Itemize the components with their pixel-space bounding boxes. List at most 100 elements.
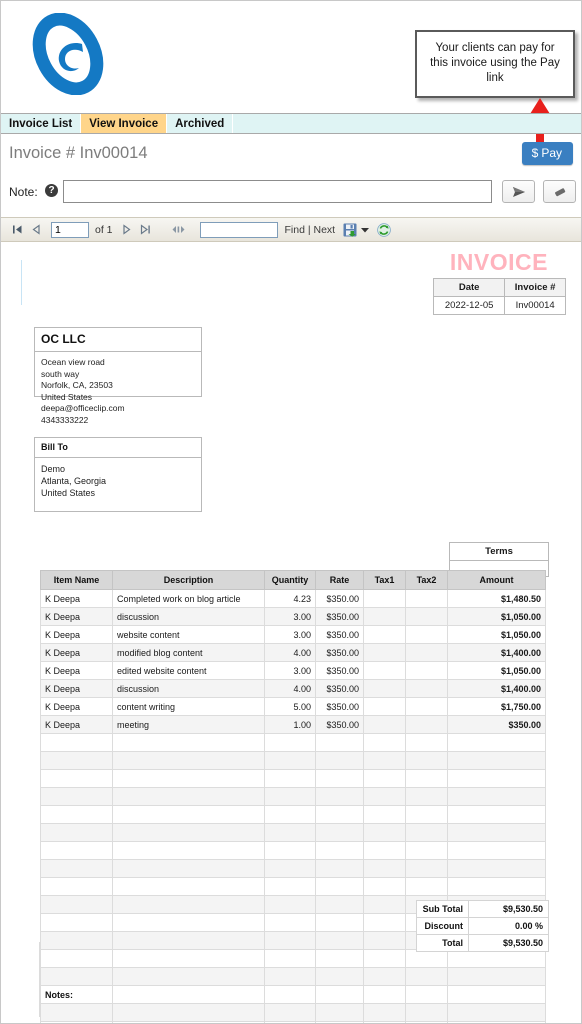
previous-page-icon[interactable] [28,222,44,238]
table-row: K Deepa modified blog content 4.00 $350.00 $… [40,643,546,662]
cell-description: content writing [112,697,265,716]
pay-button[interactable]: $ Pay [521,142,573,165]
cell-rate [315,733,364,752]
subtotal-label: Sub Total [416,900,469,918]
list-item: south way [41,368,80,379]
cell-amount [447,1003,546,1022]
cell-tax1 [363,877,406,896]
company-address-lines: Ocean view road south way Norfolk, CA, 2… [35,352,201,434]
cell-item-name: K Deepa [40,697,113,716]
meta-value-date: 2022-12-05 [432,296,506,315]
cell-tax2 [405,1003,448,1022]
tab-archived[interactable]: Archived [167,114,234,133]
table-header-row: Item Name Description Quantity Rate Tax1… [40,570,546,590]
cell-amount: $1,400.00 [447,643,546,662]
cell-tax2 [405,625,448,644]
cell-tax1 [363,841,406,860]
table-row: K Deepa content writing 5.00 $350.00 $1,750.… [40,697,546,716]
table-row: 2022-12-05 Inv00014 [432,296,566,315]
cell-tax2 [405,805,448,824]
cell-description [112,913,265,932]
next-page-icon[interactable] [119,222,135,238]
cell-description [112,949,265,968]
cell-rate: $350.00 [315,625,364,644]
cell-tax2 [405,733,448,752]
cell-amount [447,859,546,878]
list-item: Norfolk, CA, 23503 [41,380,113,390]
first-page-icon[interactable] [9,222,25,238]
cell-description: discussion [112,607,265,626]
cell-tax2 [405,589,448,608]
chevron-down-icon[interactable] [361,227,370,233]
table-row: Sub Total $9,530.50 [416,900,549,918]
table-row: K Deepa meeting 1.00 $350.00 $350.00 [40,715,546,734]
cell-tax2 [405,769,448,788]
table-row-empty [40,859,546,878]
cell-item-name [40,733,113,752]
cell-tax2 [405,715,448,734]
note-row: Note: ? [1,175,581,217]
cell-tax1 [363,913,406,932]
cell-item-name [40,751,113,770]
cell-tax1 [363,895,406,914]
subtotal-value: $9,530.50 [468,900,549,918]
refresh-button[interactable] [377,222,391,237]
cell-tax2 [405,751,448,770]
table-row-empty [40,787,546,806]
column-header-quantity: Quantity [264,570,316,590]
total-label: Total [416,934,469,952]
cell-quantity [264,733,316,752]
cell-tax1 [363,679,406,698]
table-row: K Deepa discussion 3.00 $350.00 $1,050.00 [40,607,546,626]
cell-quantity [264,949,316,968]
cell-amount [447,733,546,752]
cell-amount [447,967,546,986]
note-input[interactable] [63,180,492,203]
cell-item-name [40,823,113,842]
cell-quantity [264,769,316,788]
find-next-links[interactable]: Find | Next [285,224,336,236]
cell-tax1 [363,715,406,734]
page-number-input[interactable] [51,221,89,238]
officeclip-swirl-logo-icon [27,13,109,95]
cell-amount [447,751,546,770]
cell-rate [315,841,364,860]
cell-tax1 [363,697,406,716]
question-mark-icon[interactable]: ? [45,184,58,197]
cell-amount [447,985,546,1004]
export-save-button[interactable] [343,223,357,237]
cell-quantity [264,859,316,878]
cell-tax1 [363,985,406,1004]
cell-tax1 [363,661,406,680]
column-header-rate: Rate [315,570,364,590]
back-to-parent-report-icon[interactable] [171,222,187,238]
cell-tax2 [405,985,448,1004]
table-row-empty [40,949,546,968]
table-row: Total $9,530.50 [416,934,549,952]
cell-item-name: K Deepa [40,715,113,734]
cell-description [112,841,265,860]
terms-heading: Terms [450,543,548,561]
clear-note-button[interactable] [543,180,576,203]
list-item: Atlanta, Georgia [41,476,107,486]
meta-value-invoice-number: Inv00014 [504,296,566,315]
last-page-icon[interactable] [138,222,154,238]
cell-quantity: 3.00 [264,607,316,626]
send-paper-plane-icon [512,186,525,197]
find-input[interactable] [199,221,278,238]
cell-rate: $350.00 [315,697,364,716]
table-row: K Deepa website content 3.00 $350.00 $1,050.… [40,625,546,644]
callout-text: Your clients can pay for this invoice us… [430,42,560,84]
send-note-button[interactable] [502,180,535,203]
tab-invoice-list[interactable]: Invoice List [1,114,82,133]
cell-item-name: K Deepa [40,661,113,680]
cell-amount: $1,750.00 [447,697,546,716]
tab-view-invoice[interactable]: View Invoice [81,114,168,133]
invoice-heading: INVOICE [449,249,548,275]
cell-rate [315,1003,364,1022]
page-header: Your clients can pay for this invoice us… [1,1,581,154]
line-items-body: K Deepa Completed work on blog article 4.2… [40,589,546,1023]
cell-rate: $350.00 [315,589,364,608]
discount-label: Discount [416,917,469,935]
cell-description [112,733,265,752]
